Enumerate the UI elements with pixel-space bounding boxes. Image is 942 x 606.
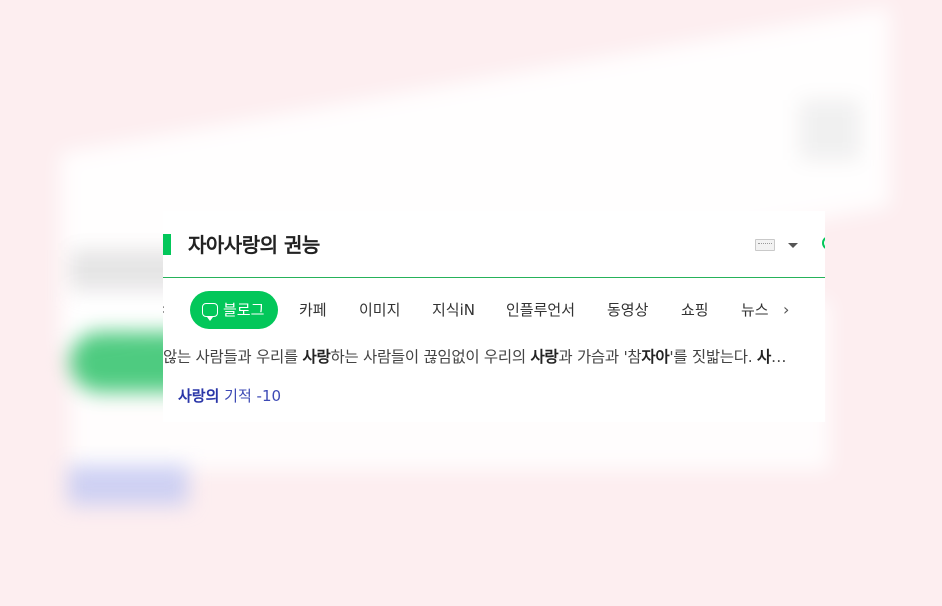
header-accent-bar [163, 234, 171, 255]
tab-cafe[interactable]: 카페 [299, 291, 327, 329]
keyboard-icon[interactable] [755, 239, 775, 251]
source-highlight: 사랑의 [178, 387, 220, 405]
blog-icon [202, 303, 218, 321]
caret-down-icon[interactable] [788, 243, 798, 248]
tab-shopping[interactable]: 쇼핑 [681, 291, 709, 329]
result-snippet[interactable]: 않는 사람들과 우리를 사랑하는 사람들이 끊임없이 우리의 사랑과 가슴과 '… [163, 345, 825, 369]
tab-blog[interactable]: 블로그 [190, 291, 279, 329]
mic-icon[interactable] [822, 236, 825, 250]
snippet-ellipsis: … [770, 348, 787, 366]
search-header: 자아사랑의 권능 [163, 211, 825, 278]
tab-kin[interactable]: 지식iN [432, 291, 475, 329]
snippet-highlight: 사 [756, 348, 771, 366]
snippet-highlight: 사랑 [302, 348, 331, 366]
snippet-text: 하는 사람들이 끊임없이 우리의 [330, 348, 531, 366]
snippet-text: 않는 사람들과 우리를 [163, 348, 303, 366]
source-text: 기적 -10 [219, 387, 282, 405]
tab-image[interactable]: 이미지 [359, 291, 400, 329]
tab-influencer[interactable]: 인플루언서 [506, 291, 575, 329]
snippet-highlight: 자아 [641, 348, 670, 366]
chevron-left-icon[interactable]: ‹ [163, 300, 165, 318]
tab-label: 블로그 [223, 301, 265, 319]
snippet-text: 과 가슴과 '참 [558, 348, 642, 366]
tab-video[interactable]: 동영상 [607, 291, 648, 329]
snippet-highlight: 사랑 [530, 348, 559, 366]
search-tabs: ‹ 블로그 카페 이미지 지식iN 인플루언서 동영상 쇼핑 뉴스 › [163, 291, 825, 329]
search-result-panel: 자아사랑의 권능 ‹ 블로그 카페 이미지 지식iN 인플루언서 동영상 쇼핑 … [163, 211, 825, 422]
result-source-link[interactable]: 사랑의 기적 -10 [178, 385, 281, 406]
search-query[interactable]: 자아사랑의 권능 [188, 229, 320, 258]
chevron-right-icon[interactable]: › [783, 300, 789, 319]
tab-news[interactable]: 뉴스 [741, 291, 769, 329]
snippet-text: '를 짓밟는다. [669, 348, 757, 366]
